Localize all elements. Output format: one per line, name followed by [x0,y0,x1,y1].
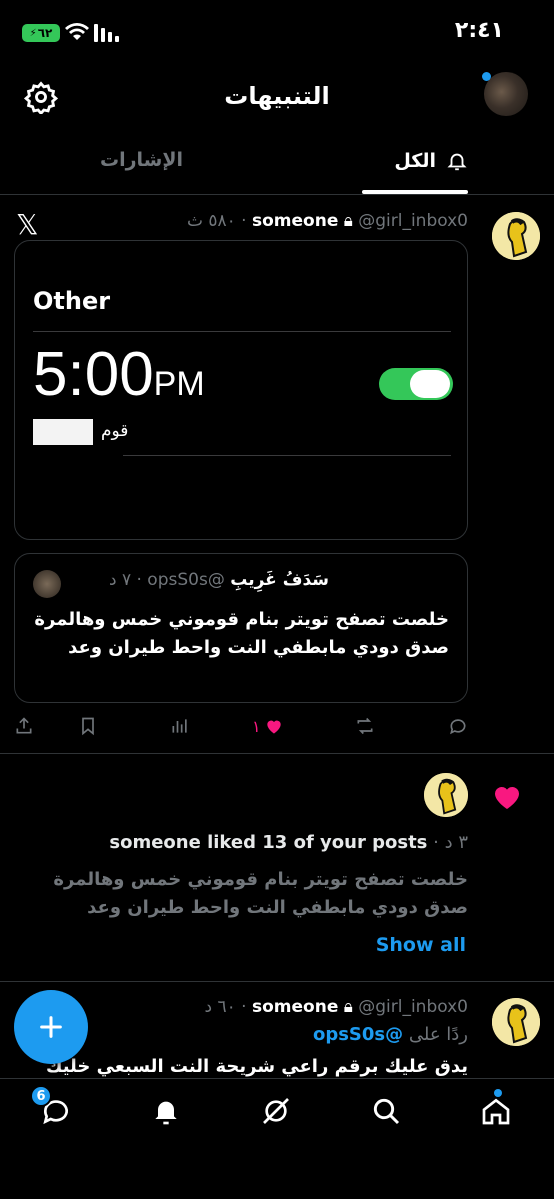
alarm-time-value: 5:00 [33,340,154,409]
like-count: ١ [252,716,261,736]
reply-prefix: ردًا على [408,1024,468,1045]
header: التنبيهات [0,60,554,135]
compose-button[interactable] [14,990,88,1064]
quoted-author-name: سَدَفُ غَرِيبِ [230,570,329,590]
divider [123,455,451,456]
like-button[interactable]: ١ [252,716,284,736]
liker-avatar[interactable] [424,773,468,817]
reply-icon [450,719,466,735]
battery-level: ٦٢ [37,26,53,40]
like-time: ٣ د [444,832,468,853]
views-button[interactable] [170,716,190,736]
views-icon [172,719,187,733]
post-header: someone 🔒︎ @girl_inbox0 · ٥٨٠ ث [186,211,468,231]
alarm-ampm: PM [153,365,205,403]
share-icon [16,717,32,734]
active-tab-indicator [362,190,468,194]
quoted-text: خلصت تصفح تويتر بنام قوموني خمس وهالمرة … [34,609,449,658]
avatar-illustration [424,773,468,817]
x-logo-icon: 𝕏 [16,208,39,241]
status-bar: ⚡ ٦٢ ٢:٤١ [0,0,554,60]
status-time: ٢:٤١ [454,18,504,43]
reply-button[interactable] [448,716,468,736]
reply-mention-link[interactable]: @opsS0s [313,1024,403,1045]
share-button[interactable] [14,716,34,736]
like-notification-heart-icon [495,787,519,809]
grok-icon [263,1098,289,1124]
author-name[interactable]: someone [252,997,338,1017]
battery-icon: ⚡ ٦٢ [22,24,60,42]
liked-post-excerpt: خلصت تصفح تويتر بنام قوموني خمس وهالمرة … [53,869,468,918]
alarm-toggle [379,368,453,400]
tab-all-label: الكل [394,150,436,172]
bell-filled-icon [155,1101,177,1125]
nav-grok[interactable] [260,1095,292,1131]
show-all-link[interactable]: Show all [376,934,466,956]
author-handle: @girl_inbox0 [358,997,468,1017]
home-unread-dot [494,1089,502,1097]
post-actions: ١ [14,716,468,742]
page-title: التنبيهات [224,82,330,110]
tab-all[interactable]: الكل [394,149,468,173]
nav-search[interactable] [370,1095,402,1131]
nav-home[interactable] [480,1089,512,1131]
wifi-icon [65,23,89,40]
post-time: ٥٨٠ ث [186,211,236,231]
notification-tabs: الكل الإشارات [0,135,554,195]
lock-icon: 🔒︎ [343,997,353,1017]
retweet-icon [357,717,373,735]
bottom-nav: 6 [0,1078,554,1199]
alarm-label: Other [33,287,111,315]
quoted-header: سَدَفُ غَرِيبِ @opsS0s · ٧ د [108,570,329,590]
home-icon [482,1098,510,1125]
avatar-illustration [492,998,540,1046]
bookmark-button[interactable] [78,716,98,736]
search-icon [373,1098,400,1125]
author-name[interactable]: someone [252,211,338,231]
alarm-sublabel: قوم [101,421,129,441]
lock-icon: 🔒︎ [343,211,353,231]
like-notification-text[interactable]: someone liked 13 of your posts · ٣ د [109,832,468,853]
divider [0,981,554,982]
post-author-avatar[interactable] [492,998,540,1046]
profile-avatar[interactable] [482,72,528,116]
post-time: ٦٠ د [204,997,236,1017]
author-handle: @girl_inbox0 [358,211,468,231]
quoted-author-handle: @opsS0s [147,570,225,590]
retweet-button[interactable] [354,716,376,736]
avatar-illustration [492,212,540,260]
bookmark-icon [82,717,94,736]
nav-notifications[interactable] [150,1095,182,1131]
like-summary: someone liked 13 of your posts [109,832,428,853]
post-author-avatar[interactable] [492,212,540,260]
divider [0,753,554,754]
unread-dot [482,72,491,81]
quoted-time: ٧ د [108,570,132,590]
nav-messages[interactable]: 6 [30,1085,72,1131]
redacted-block [33,419,93,445]
heart-icon [266,720,281,734]
post-image[interactable]: Other 5:00PM قوم [14,240,468,540]
post-text: يدق عليك برقم راعي شريحة النت السبعي خلي… [45,1056,468,1077]
post-header: someone 🔒︎ @girl_inbox0 · ٦٠ د [204,997,468,1017]
messages-badge: 6 [30,1085,52,1107]
plus-icon [40,1016,62,1038]
divider [33,331,451,332]
quoted-author-avatar [33,570,61,598]
quoted-post[interactable]: سَدَفُ غَرِيبِ @opsS0s · ٧ د خلصت تصفح ت… [14,553,468,703]
tab-mentions[interactable]: الإشارات [100,149,183,171]
cellular-signal-icon [94,24,119,42]
replying-to: ردًا على @opsS0s [313,1024,468,1045]
bell-icon [447,153,467,171]
alarm-time: 5:00PM [33,339,205,410]
